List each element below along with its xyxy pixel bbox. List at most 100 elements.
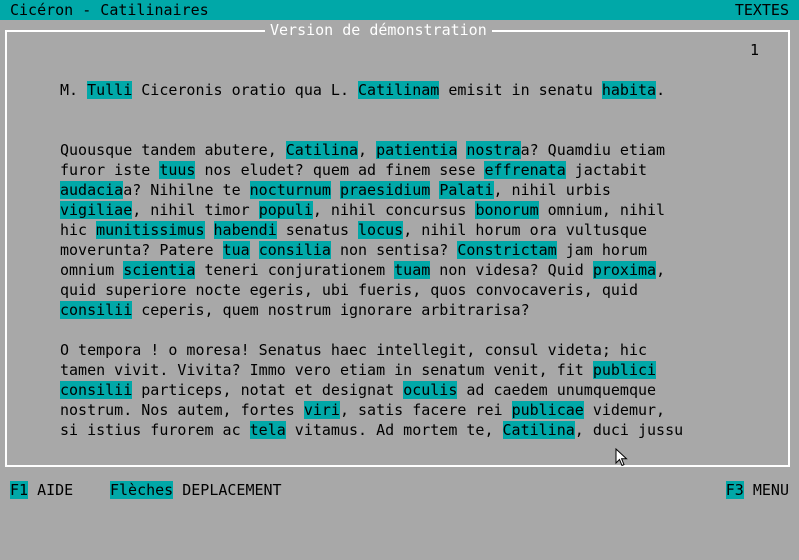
text-segment: tamen vivit. Vivita? Immo vero etiam in … [60,361,593,379]
text-segment [430,181,439,199]
glossary-word[interactable]: munitissimus [96,221,205,239]
text-segment: ceperis, quem nostrum ignorare arbitrari… [132,301,530,319]
text-segment: omnium, nihil [538,201,666,219]
text-line: nostrum. Nos autem, fortes viri, satis f… [60,400,760,420]
text-segment: Ciceronis oratio qua L. [132,81,359,99]
glossary-word[interactable]: nostra [466,141,521,159]
text-segment: nostrum. Nos autem, fortes [60,401,304,419]
glossary-word[interactable]: tuam [394,261,431,279]
text-segment: . [656,81,666,99]
glossary-word[interactable]: patientia [376,141,458,159]
text-segment: vitamus. Ad mortem te, [285,421,503,439]
f3-key[interactable]: F3 [725,481,744,499]
text-segment: , nihil horum ora vultusque [403,221,648,239]
text-line: si istius furorem ac tela vitamus. Ad mo… [60,420,760,440]
glossary-word[interactable]: consilii [60,301,133,319]
glossary-word[interactable]: Catilina [285,141,359,159]
text-segment: , [358,141,377,159]
text-area[interactable]: M. Tulli Ciceronis oratio qua L. Catilin… [60,80,760,440]
text-segment: moverunta? Patere [60,241,223,259]
text-segment: , nihil concursus [312,201,476,219]
text-segment: a? Quamdiu etiam [520,141,666,159]
text-segment: ad caedem unumquemque [457,381,657,399]
text-line: consilii particeps, notat et designat oc… [60,380,760,400]
text-segment: senatus [276,221,359,239]
glossary-word[interactable]: consilia [258,241,331,259]
text-segment: non sentisa? [330,241,458,259]
text-segment: non videsa? Quid [430,261,593,279]
text-segment: jam horum [556,241,648,259]
text-segment: , nihil urbis [493,181,611,199]
glossary-word[interactable]: bonorum [475,201,539,219]
glossary-word[interactable]: vigiliae [60,201,133,219]
glossary-word[interactable]: Catilina [502,421,575,439]
glossary-word[interactable]: publicae [511,401,584,419]
mouse-pointer-icon [615,448,628,467]
glossary-word[interactable]: habita [601,81,657,99]
glossary-word[interactable]: publici [592,361,657,379]
glossary-word[interactable]: viri [303,401,340,419]
text-line: tamen vivit. Vivita? Immo vero etiam in … [60,360,760,380]
text-segment: hic [60,221,97,239]
glossary-word[interactable]: Palati [439,181,494,199]
text-segment: , [656,261,666,279]
text-segment: O tempora ! o moresa! Senatus haec intel… [60,341,647,359]
text-line: audaciaa? Nihilne te nocturnum praesidiu… [60,180,760,200]
text-segment [250,241,259,259]
glossary-word[interactable]: tela [249,421,286,439]
text-segment: si istius furorem ac [60,421,250,439]
text-line: moverunta? Patere tua consilia non senti… [60,240,760,260]
glossary-word[interactable]: Catilinam [358,81,440,99]
text-line: consilii ceperis, quem nostrum ignorare … [60,300,760,320]
glossary-word[interactable]: Tulli [87,81,133,99]
glossary-word[interactable]: tua [222,241,250,259]
text-segment: M. [60,81,88,99]
text-segment: , nihil timor [132,201,259,219]
arrows-label: DEPLACEMENT [173,481,282,499]
text-segment: omnium [60,261,124,279]
glossary-word[interactable]: scientia [123,261,196,279]
text-segment: Quousque tandem abutere, [60,141,286,159]
text-segment: a? Nihilne te [123,181,250,199]
text-segment: , duci jussu [574,421,684,439]
glossary-word[interactable]: oculis [403,381,458,399]
text-line [60,320,760,340]
glossary-word[interactable]: praesidium [339,181,431,199]
glossary-word[interactable]: locus [358,221,404,239]
title-bar: Cicéron - Catilinaires TEXTES [0,0,799,20]
mode-label: TEXTES [734,1,789,19]
f3-menu[interactable]: F3 MENU [725,480,789,500]
text-segment: particeps, notat et designat [132,381,404,399]
text-segment: quid superiore nocte egeris, ubi fueris,… [60,281,638,299]
glossary-word[interactable]: habendi [213,221,277,239]
app-title: Cicéron - Catilinaires [10,1,209,19]
glossary-word[interactable]: populi [258,201,313,219]
text-segment [205,221,214,239]
glossary-word[interactable]: consilii [60,381,133,399]
f1-label: AIDE [28,481,74,499]
text-line [60,100,760,120]
text-line: Quousque tandem abutere, Catilina, patie… [60,140,760,160]
arrows-navigation[interactable]: Flèches DEPLACEMENT [110,480,282,500]
function-key-bar: F1 AIDE Flèches DEPLACEMENT F3 MENU [0,480,799,499]
text-line: hic munitissimus habendi senatus locus, … [60,220,760,240]
text-segment: jactabit [565,161,648,179]
glossary-word[interactable]: nocturnum [249,181,331,199]
f1-key[interactable]: F1 [10,481,29,499]
arrows-key[interactable]: Flèches [110,481,174,499]
text-segment [331,181,340,199]
text-segment: , satis facere rei [339,401,512,419]
glossary-word[interactable]: audacia [60,181,124,199]
glossary-word[interactable]: Constrictam [457,241,557,259]
text-segment: videmur, [583,401,666,419]
glossary-word[interactable]: proxima [592,261,657,279]
f3-label: MENU [743,481,789,499]
frame-title: Version de démonstration [265,20,492,40]
glossary-word[interactable]: tuus [159,161,196,179]
glossary-word[interactable]: effrenata [484,161,566,179]
text-segment: emisit in senatu [439,81,602,99]
text-line: M. Tulli Ciceronis oratio qua L. Catilin… [60,80,760,100]
f1-help[interactable]: F1 AIDE [10,480,73,500]
text-line: quid superiore nocte egeris, ubi fueris,… [60,280,760,300]
text-segment: teneri conjurationem [195,261,395,279]
